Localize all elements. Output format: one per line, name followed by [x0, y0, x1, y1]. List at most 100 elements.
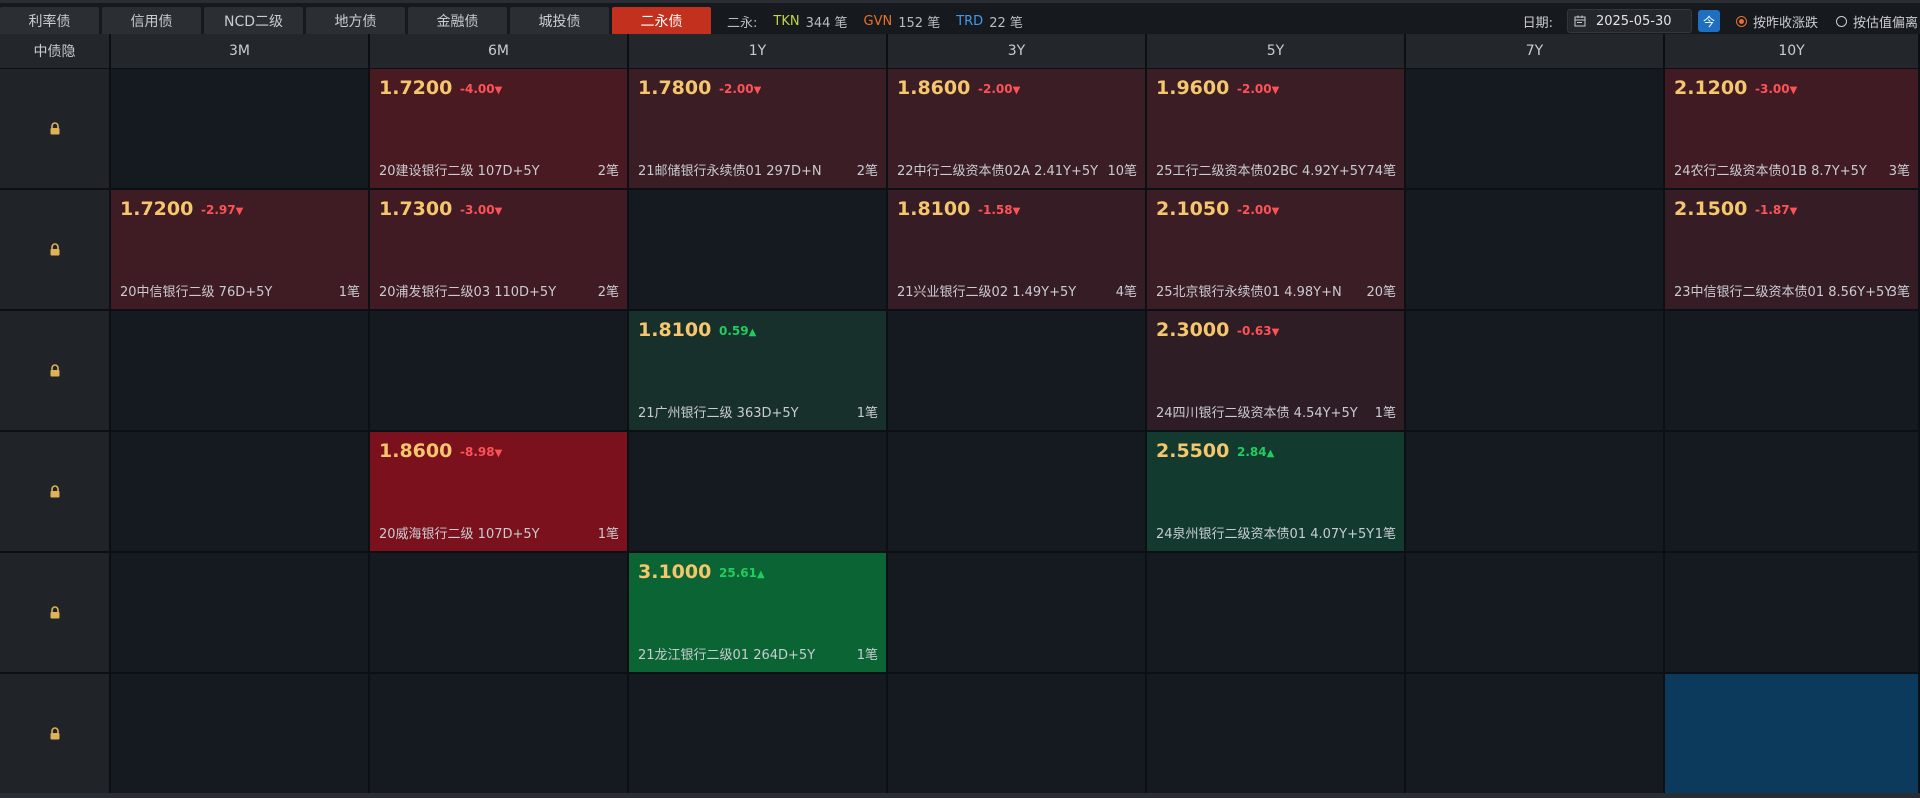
quote-change: 2.84▲ — [1237, 445, 1274, 459]
tab-financial-bond[interactable]: 金融债 — [408, 7, 507, 35]
quote-yield: 1.8100 — [897, 198, 971, 220]
tab-credit-bond[interactable]: 信用债 — [102, 7, 201, 35]
empty-cell[interactable] — [888, 553, 1147, 674]
quote-cell[interactable]: 2.1500 -1.87▼ 23中信银行二级资本债01 8.56Y+5Y 3笔 — [1665, 190, 1920, 311]
quote-change-value: 25.61 — [719, 566, 757, 580]
quote-yield: 1.9600 — [1156, 77, 1230, 99]
empty-cell[interactable] — [1406, 674, 1665, 795]
empty-cell[interactable] — [111, 553, 370, 674]
empty-cell[interactable] — [1147, 553, 1406, 674]
row-lock-cell[interactable] — [0, 674, 111, 795]
empty-cell[interactable] — [629, 674, 888, 795]
column-header[interactable]: 5Y — [1147, 34, 1406, 68]
selected-cell[interactable] — [1665, 674, 1920, 795]
radio-by-prev-close[interactable]: 按昨收涨跌 — [1735, 12, 1820, 31]
quote-change-value: 0.59 — [719, 324, 749, 338]
arrow-up-icon: ▲ — [756, 569, 765, 580]
arrow-down-icon: ▼ — [753, 85, 762, 96]
bond-name: 20浦发银行二级03 110D+5Y — [379, 285, 557, 300]
quote-cell[interactable]: 1.9600 -2.00▼ 25工行二级资本债02BC 4.92Y+5Y 74笔 — [1147, 69, 1406, 190]
row-lock-cell[interactable] — [0, 432, 111, 553]
empty-cell[interactable] — [1665, 432, 1920, 553]
tab-local-gov-bond[interactable]: 地方债 — [306, 7, 405, 35]
quote-cell[interactable]: 2.3000 -0.63▼ 24四川银行二级资本债 4.54Y+5Y 1笔 — [1147, 311, 1406, 432]
empty-cell[interactable] — [629, 432, 888, 553]
quote-change: 0.59▲ — [719, 324, 756, 338]
column-header[interactable]: 3M — [111, 34, 370, 68]
row-lock-cell[interactable] — [0, 69, 111, 190]
lock-icon — [50, 727, 59, 740]
empty-cell[interactable] — [888, 674, 1147, 795]
tab-rate-bond[interactable]: 利率债 — [0, 7, 99, 35]
quote-change-value: -2.00 — [978, 82, 1013, 96]
arrow-down-icon: ▼ — [1789, 206, 1798, 217]
empty-cell[interactable] — [629, 190, 888, 311]
column-header[interactable]: 7Y — [1406, 34, 1665, 68]
quote-cell[interactable]: 1.8100 -1.58▼ 21兴业银行二级02 1.49Y+5Y 4笔 — [888, 190, 1147, 311]
empty-cell[interactable] — [888, 311, 1147, 432]
quote-change: 25.61▲ — [719, 566, 765, 580]
trade-count: 20笔 — [1366, 285, 1396, 300]
quote-cell[interactable]: 1.7800 -2.00▼ 21邮储银行永续债01 297D+N 2笔 — [629, 69, 888, 190]
bond-name: 24农行二级资本债01B 8.7Y+5Y — [1674, 164, 1867, 179]
quote-cell[interactable]: 2.1200 -3.00▼ 24农行二级资本债01B 8.7Y+5Y 3笔 — [1665, 69, 1920, 190]
date-picker[interactable]: 2025-05-30 — [1566, 9, 1692, 33]
empty-cell[interactable] — [1665, 553, 1920, 674]
empty-cell[interactable] — [1665, 311, 1920, 432]
radio-dot-checked[interactable] — [1735, 15, 1747, 27]
today-button[interactable]: 今 — [1697, 10, 1720, 32]
column-header[interactable]: 10Y — [1665, 34, 1920, 68]
empty-cell[interactable] — [111, 674, 370, 795]
radio-by-prev-close-label: 按昨收涨跌 — [1752, 15, 1818, 31]
corner-label[interactable]: 中债隐 — [0, 34, 111, 68]
empty-cell[interactable] — [1406, 553, 1665, 674]
row-lock-cell[interactable] — [0, 553, 111, 674]
empty-cell[interactable] — [1406, 190, 1665, 311]
tab-tier2-perpetual[interactable]: 二永债 — [612, 7, 711, 35]
horizontal-scrollbar[interactable] — [0, 793, 1920, 798]
summary-tkn-code: TKN — [773, 13, 800, 29]
date-controls: 日期: 2025-05-30 今 按昨收涨跌 按估值偏离 — [1523, 8, 1920, 34]
radio-by-valuation-dev[interactable]: 按估值偏离 — [1835, 12, 1920, 31]
lock-icon — [50, 485, 59, 498]
empty-cell[interactable] — [1406, 432, 1665, 553]
empty-cell[interactable] — [370, 674, 629, 795]
empty-cell[interactable] — [111, 311, 370, 432]
grid-header: 中债隐 3M 6M 1Y 3Y 5Y 7Y 10Y — [0, 34, 1920, 68]
quote-cell[interactable]: 1.8600 -2.00▼ 22中行二级资本债02A 2.41Y+5Y 10笔 — [888, 69, 1147, 190]
bond-type-tabs: 利率债 信用债 NCD二级 地方债 金融债 城投债 二永债 — [0, 7, 714, 35]
tab-lgfv-bond[interactable]: 城投债 — [510, 7, 609, 35]
radio-dot[interactable] — [1835, 15, 1847, 27]
quote-change-value: 2.84 — [1237, 445, 1267, 459]
empty-cell[interactable] — [1406, 311, 1665, 432]
quote-cell[interactable]: 1.7200 -2.97▼ 20中信银行二级 76D+5Y 1笔 — [111, 190, 370, 311]
column-header[interactable]: 1Y — [629, 34, 888, 68]
empty-cell[interactable] — [1147, 674, 1406, 795]
trade-count: 1笔 — [338, 285, 360, 300]
empty-cell[interactable] — [370, 311, 629, 432]
summary-gvn-code: GVN — [863, 13, 893, 29]
tab-ncd-secondary[interactable]: NCD二级 — [204, 7, 303, 35]
empty-cell[interactable] — [111, 69, 370, 190]
row-lock-cell[interactable] — [0, 311, 111, 432]
empty-cell[interactable] — [888, 432, 1147, 553]
quote-cell[interactable]: 1.7200 -4.00▼ 20建设银行二级 107D+5Y 2笔 — [370, 69, 629, 190]
empty-cell[interactable] — [111, 432, 370, 553]
quote-cell[interactable]: 1.8100 0.59▲ 21广州银行二级 363D+5Y 1笔 — [629, 311, 888, 432]
quote-cell[interactable]: 3.1000 25.61▲ 21龙江银行二级01 264D+5Y 1笔 — [629, 553, 888, 674]
quote-cell[interactable]: 1.8600 -8.98▼ 20威海银行二级 107D+5Y 1笔 — [370, 432, 629, 553]
quote-change: -3.00▼ — [460, 203, 502, 217]
quote-yield: 1.8100 — [638, 319, 712, 341]
quote-change-value: -3.00 — [460, 203, 495, 217]
empty-cell[interactable] — [370, 553, 629, 674]
quote-cell[interactable]: 2.1050 -2.00▼ 25北京银行永续债01 4.98Y+N 20笔 — [1147, 190, 1406, 311]
quote-cell[interactable]: 1.7300 -3.00▼ 20浦发银行二级03 110D+5Y 2笔 — [370, 190, 629, 311]
summary-trd-count: 22 笔 — [989, 15, 1023, 31]
row-lock-cell[interactable] — [0, 190, 111, 311]
quote-change: -2.97▼ — [201, 203, 243, 217]
empty-cell[interactable] — [1406, 69, 1665, 190]
column-header[interactable]: 6M — [370, 34, 629, 68]
bond-name: 25北京银行永续债01 4.98Y+N — [1156, 285, 1342, 300]
quote-cell[interactable]: 2.5500 2.84▲ 24泉州银行二级资本债01 4.07Y+5Y 1笔 — [1147, 432, 1406, 553]
column-header[interactable]: 3Y — [888, 34, 1147, 68]
